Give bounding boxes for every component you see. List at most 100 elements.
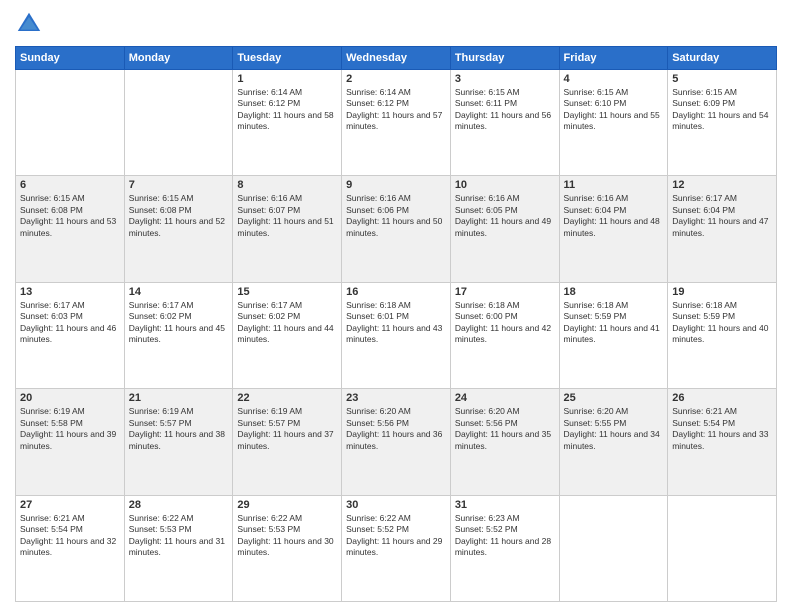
calendar-day-cell: 23Sunrise: 6:20 AM Sunset: 5:56 PM Dayli… [342, 389, 451, 495]
calendar-week-row: 20Sunrise: 6:19 AM Sunset: 5:58 PM Dayli… [16, 389, 777, 495]
day-info: Sunrise: 6:15 AM Sunset: 6:08 PM Dayligh… [129, 193, 229, 239]
day-number: 15 [237, 286, 337, 298]
day-of-week-header: Sunday [16, 47, 125, 70]
day-number: 3 [455, 73, 555, 85]
calendar-day-cell: 13 Sunrise: 6:17 AM Sunset: 6:03 PM Dayli… [16, 282, 125, 388]
day-info: Sunrise: 6:16 AM Sunset: 6:06 PM Dayligh… [346, 193, 446, 239]
day-of-week-header: Thursday [450, 47, 559, 70]
calendar-day-cell: 17 Sunrise: 6:18 AM Sunset: 6:00 PM Dayli… [450, 282, 559, 388]
calendar-day-cell [559, 495, 668, 601]
day-number: 13 [20, 286, 120, 298]
day-number: 25 [564, 392, 664, 404]
calendar-day-cell: 25 Sunrise: 6:20 AM Sunset: 5:55 PM Dayli… [559, 389, 668, 495]
calendar-day-cell [668, 495, 777, 601]
calendar-day-cell: 16Sunrise: 6:18 AM Sunset: 6:01 PM Dayli… [342, 282, 451, 388]
calendar-day-cell: 1Sunrise: 6:14 AM Sunset: 6:12 PM Daylig… [233, 70, 342, 176]
calendar-day-cell: 9 Sunrise: 6:16 AM Sunset: 6:06 PM Daylig… [342, 176, 451, 282]
day-info: Sunrise: 6:14 AM Sunset: 6:12 PM Dayligh… [346, 87, 446, 133]
day-of-week-header: Saturday [668, 47, 777, 70]
day-info: Sunrise: 6:19 AM Sunset: 5:57 PM Dayligh… [237, 406, 337, 452]
calendar-day-cell: 19Sunrise: 6:18 AM Sunset: 5:59 PM Dayli… [668, 282, 777, 388]
day-of-week-header: Monday [124, 47, 233, 70]
calendar-day-cell: 15 Sunrise: 6:17 AM Sunset: 6:02 PM Dayli… [233, 282, 342, 388]
day-number: 31 [455, 499, 555, 511]
day-number: 17 [455, 286, 555, 298]
day-number: 21 [129, 392, 229, 404]
day-number: 12 [672, 179, 772, 191]
day-info: Sunrise: 6:17 AM Sunset: 6:03 PM Dayligh… [20, 300, 120, 346]
calendar-day-cell: 14 Sunrise: 6:17 AM Sunset: 6:02 PM Dayli… [124, 282, 233, 388]
calendar-day-cell: 6 Sunrise: 6:15 AM Sunset: 6:08 PM Daylig… [16, 176, 125, 282]
day-info: Sunrise: 6:20 AM Sunset: 5:56 PM Dayligh… [455, 406, 555, 452]
calendar-day-cell: 27 Sunrise: 6:21 AM Sunset: 5:54 PM Dayli… [16, 495, 125, 601]
day-info: Sunrise: 6:18 AM Sunset: 5:59 PM Dayligh… [564, 300, 664, 346]
day-info: Sunrise: 6:16 AM Sunset: 6:05 PM Dayligh… [455, 193, 555, 239]
day-number: 9 [346, 179, 446, 191]
day-info: Sunrise: 6:20 AM Sunset: 5:56 PM Dayligh… [346, 406, 446, 452]
day-number: 7 [129, 179, 229, 191]
calendar-day-cell [16, 70, 125, 176]
day-number: 22 [237, 392, 337, 404]
day-number: 2 [346, 73, 446, 85]
day-number: 20 [20, 392, 120, 404]
day-of-week-header: Friday [559, 47, 668, 70]
day-number: 4 [564, 73, 664, 85]
calendar-table: SundayMondayTuesdayWednesdayThursdayFrid… [15, 46, 777, 602]
day-info: Sunrise: 6:21 AM Sunset: 5:54 PM Dayligh… [672, 406, 772, 452]
calendar-day-cell: 26 Sunrise: 6:21 AM Sunset: 5:54 PM Dayli… [668, 389, 777, 495]
page: SundayMondayTuesdayWednesdayThursdayFrid… [0, 0, 792, 612]
calendar-week-row: 6 Sunrise: 6:15 AM Sunset: 6:08 PM Daylig… [16, 176, 777, 282]
day-number: 18 [564, 286, 664, 298]
calendar-day-cell: 22 Sunrise: 6:19 AM Sunset: 5:57 PM Dayli… [233, 389, 342, 495]
day-info: Sunrise: 6:18 AM Sunset: 6:00 PM Dayligh… [455, 300, 555, 346]
calendar-day-cell: 29 Sunrise: 6:22 AM Sunset: 5:53 PM Dayli… [233, 495, 342, 601]
day-info: Sunrise: 6:15 AM Sunset: 6:10 PM Dayligh… [564, 87, 664, 133]
calendar-day-cell: 4 Sunrise: 6:15 AM Sunset: 6:10 PM Daylig… [559, 70, 668, 176]
day-info: Sunrise: 6:15 AM Sunset: 6:11 PM Dayligh… [455, 87, 555, 133]
calendar-day-cell: 7 Sunrise: 6:15 AM Sunset: 6:08 PM Daylig… [124, 176, 233, 282]
header [15, 10, 777, 38]
day-number: 5 [672, 73, 772, 85]
day-info: Sunrise: 6:18 AM Sunset: 6:01 PM Dayligh… [346, 300, 446, 346]
day-of-week-header: Wednesday [342, 47, 451, 70]
day-number: 10 [455, 179, 555, 191]
calendar-day-cell: 5Sunrise: 6:15 AM Sunset: 6:09 PM Daylig… [668, 70, 777, 176]
calendar-week-row: 13 Sunrise: 6:17 AM Sunset: 6:03 PM Dayli… [16, 282, 777, 388]
logo-icon [15, 10, 43, 38]
calendar-day-cell: 20Sunrise: 6:19 AM Sunset: 5:58 PM Dayli… [16, 389, 125, 495]
day-info: Sunrise: 6:23 AM Sunset: 5:52 PM Dayligh… [455, 513, 555, 559]
day-number: 24 [455, 392, 555, 404]
day-info: Sunrise: 6:21 AM Sunset: 5:54 PM Dayligh… [20, 513, 120, 559]
day-number: 6 [20, 179, 120, 191]
calendar-day-cell: 24 Sunrise: 6:20 AM Sunset: 5:56 PM Dayli… [450, 389, 559, 495]
day-number: 11 [564, 179, 664, 191]
day-number: 26 [672, 392, 772, 404]
day-info: Sunrise: 6:22 AM Sunset: 5:52 PM Dayligh… [346, 513, 446, 559]
day-info: Sunrise: 6:17 AM Sunset: 6:04 PM Dayligh… [672, 193, 772, 239]
day-number: 1 [237, 73, 337, 85]
day-info: Sunrise: 6:22 AM Sunset: 5:53 PM Dayligh… [237, 513, 337, 559]
day-info: Sunrise: 6:20 AM Sunset: 5:55 PM Dayligh… [564, 406, 664, 452]
day-info: Sunrise: 6:15 AM Sunset: 6:08 PM Dayligh… [20, 193, 120, 239]
calendar-day-cell: 8Sunrise: 6:16 AM Sunset: 6:07 PM Daylig… [233, 176, 342, 282]
day-info: Sunrise: 6:17 AM Sunset: 6:02 PM Dayligh… [129, 300, 229, 346]
day-info: Sunrise: 6:16 AM Sunset: 6:04 PM Dayligh… [564, 193, 664, 239]
calendar-day-cell: 2 Sunrise: 6:14 AM Sunset: 6:12 PM Daylig… [342, 70, 451, 176]
day-number: 29 [237, 499, 337, 511]
calendar-header-row: SundayMondayTuesdayWednesdayThursdayFrid… [16, 47, 777, 70]
calendar-day-cell: 10 Sunrise: 6:16 AM Sunset: 6:05 PM Dayli… [450, 176, 559, 282]
calendar-day-cell: 21 Sunrise: 6:19 AM Sunset: 5:57 PM Dayli… [124, 389, 233, 495]
day-number: 19 [672, 286, 772, 298]
calendar-day-cell: 31 Sunrise: 6:23 AM Sunset: 5:52 PM Dayli… [450, 495, 559, 601]
calendar-week-row: 27 Sunrise: 6:21 AM Sunset: 5:54 PM Dayli… [16, 495, 777, 601]
logo [15, 10, 47, 38]
day-number: 8 [237, 179, 337, 191]
day-number: 28 [129, 499, 229, 511]
day-info: Sunrise: 6:17 AM Sunset: 6:02 PM Dayligh… [237, 300, 337, 346]
day-info: Sunrise: 6:19 AM Sunset: 5:57 PM Dayligh… [129, 406, 229, 452]
day-number: 27 [20, 499, 120, 511]
day-number: 14 [129, 286, 229, 298]
calendar-day-cell: 28Sunrise: 6:22 AM Sunset: 5:53 PM Dayli… [124, 495, 233, 601]
calendar-day-cell: 11 Sunrise: 6:16 AM Sunset: 6:04 PM Dayli… [559, 176, 668, 282]
calendar-day-cell: 18 Sunrise: 6:18 AM Sunset: 5:59 PM Dayli… [559, 282, 668, 388]
